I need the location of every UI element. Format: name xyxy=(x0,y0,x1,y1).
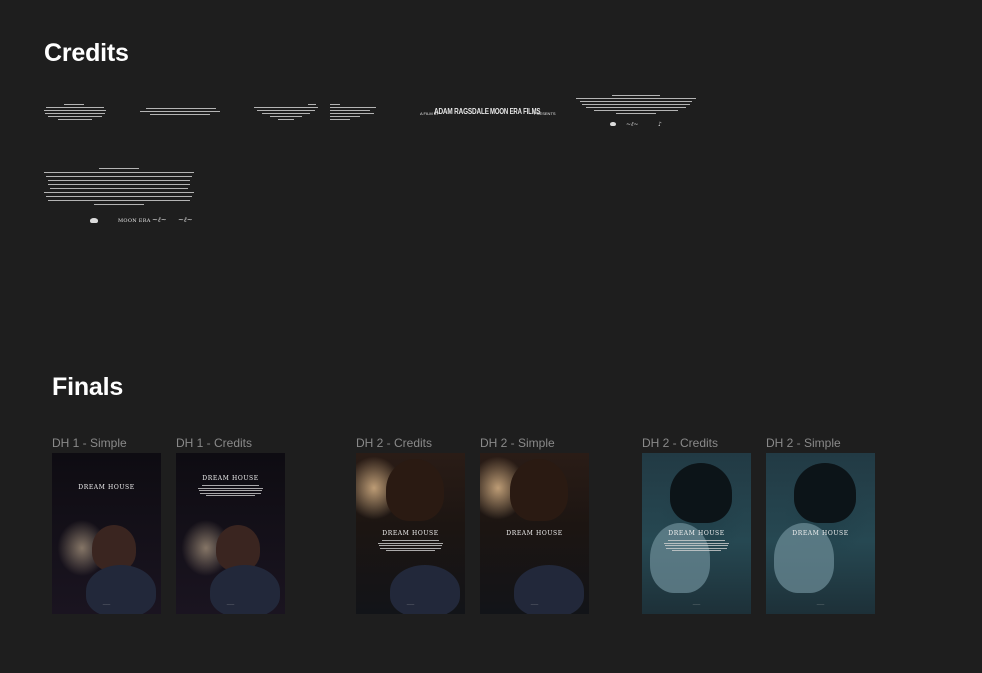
presents-label: PRESENTS xyxy=(534,111,556,116)
poster-footer-mark: ——— xyxy=(102,603,111,606)
poster-title: DREAM HOUSE xyxy=(202,475,259,482)
moon-era-logo: MOON ERA xyxy=(118,218,151,224)
poster-label: DH 2 - Credits xyxy=(356,436,433,450)
poster-footer-mark: ——— xyxy=(692,603,701,606)
poster-card[interactable]: DREAM HOUSE ——— xyxy=(642,453,751,614)
credits-frame-3[interactable] xyxy=(254,104,318,122)
poster-credits-block xyxy=(656,540,737,553)
poster-figure xyxy=(386,459,444,521)
poster-card[interactable]: DREAM HOUSE ——— xyxy=(176,453,285,614)
credits-frame-4[interactable] xyxy=(330,104,376,122)
studio-logo-icon xyxy=(610,122,616,126)
studio-name: MOON ERA FILMS xyxy=(490,107,541,116)
credits-frame-billing-small[interactable]: ~ℓ~ ♪ xyxy=(576,95,696,131)
poster-figure-body xyxy=(514,565,584,614)
poster-figure xyxy=(216,525,260,571)
finals-section-title: Finals xyxy=(52,373,124,401)
poster-card[interactable]: DREAM HOUSE ——— xyxy=(766,453,875,614)
poster-credits-block xyxy=(370,540,451,553)
poster-figure-body xyxy=(86,565,156,614)
poster-footer-mark: ——— xyxy=(226,603,235,606)
poster-title: DREAM HOUSE xyxy=(382,530,439,537)
poster-title: DREAM HOUSE xyxy=(78,484,135,491)
poster-title: DREAM HOUSE xyxy=(792,530,849,537)
signature-logo-1: ~ℓ~ xyxy=(626,121,639,128)
credits-frame-film-by[interactable]: A FILM BY ADAM RAGSDALE xyxy=(420,106,489,120)
credits-section-title: Credits xyxy=(44,39,129,67)
poster-figure xyxy=(794,463,856,523)
signature-logo-1: ~ℓ~ xyxy=(152,216,167,224)
credits-frame-presents[interactable]: MOON ERA FILMS PRESENTS xyxy=(490,106,556,120)
poster-label: DH 1 - Simple xyxy=(52,436,127,450)
poster-figure-body xyxy=(390,565,460,614)
signature-logo-2: ♪ xyxy=(658,121,662,128)
poster-card[interactable]: DREAM HOUSE ——— xyxy=(356,453,465,614)
poster-card[interactable]: DREAM HOUSE ——— xyxy=(480,453,589,614)
credits-frame-1[interactable] xyxy=(44,104,106,122)
poster-label: DH 2 - Simple xyxy=(480,436,555,450)
poster-figure xyxy=(510,459,568,521)
poster-title: DREAM HOUSE xyxy=(668,530,725,537)
poster-card[interactable]: DREAM HOUSE ——— xyxy=(52,453,161,614)
signature-logo-2: ~ℓ~ xyxy=(178,216,193,224)
poster-figure xyxy=(670,463,732,523)
poster-footer-mark: ——— xyxy=(530,603,539,606)
credits-frame-2[interactable] xyxy=(140,108,220,118)
poster-label: DH 1 - Credits xyxy=(176,436,253,450)
poster-title: DREAM HOUSE xyxy=(506,530,563,537)
poster-figure xyxy=(92,525,136,571)
poster-credits-block xyxy=(190,485,271,498)
poster-footer-mark: ——— xyxy=(406,603,415,606)
director-name: ADAM RAGSDALE xyxy=(434,107,489,116)
poster-label: DH 2 - Credits xyxy=(642,436,719,450)
poster-footer-mark: ——— xyxy=(816,603,825,606)
poster-label: DH 2 - Simple xyxy=(766,436,841,450)
studio-logo-icon xyxy=(90,218,98,223)
credits-frame-billing-large[interactable]: MOON ERA ~ℓ~ ~ℓ~ xyxy=(44,168,194,230)
poster-figure-body xyxy=(210,565,280,614)
